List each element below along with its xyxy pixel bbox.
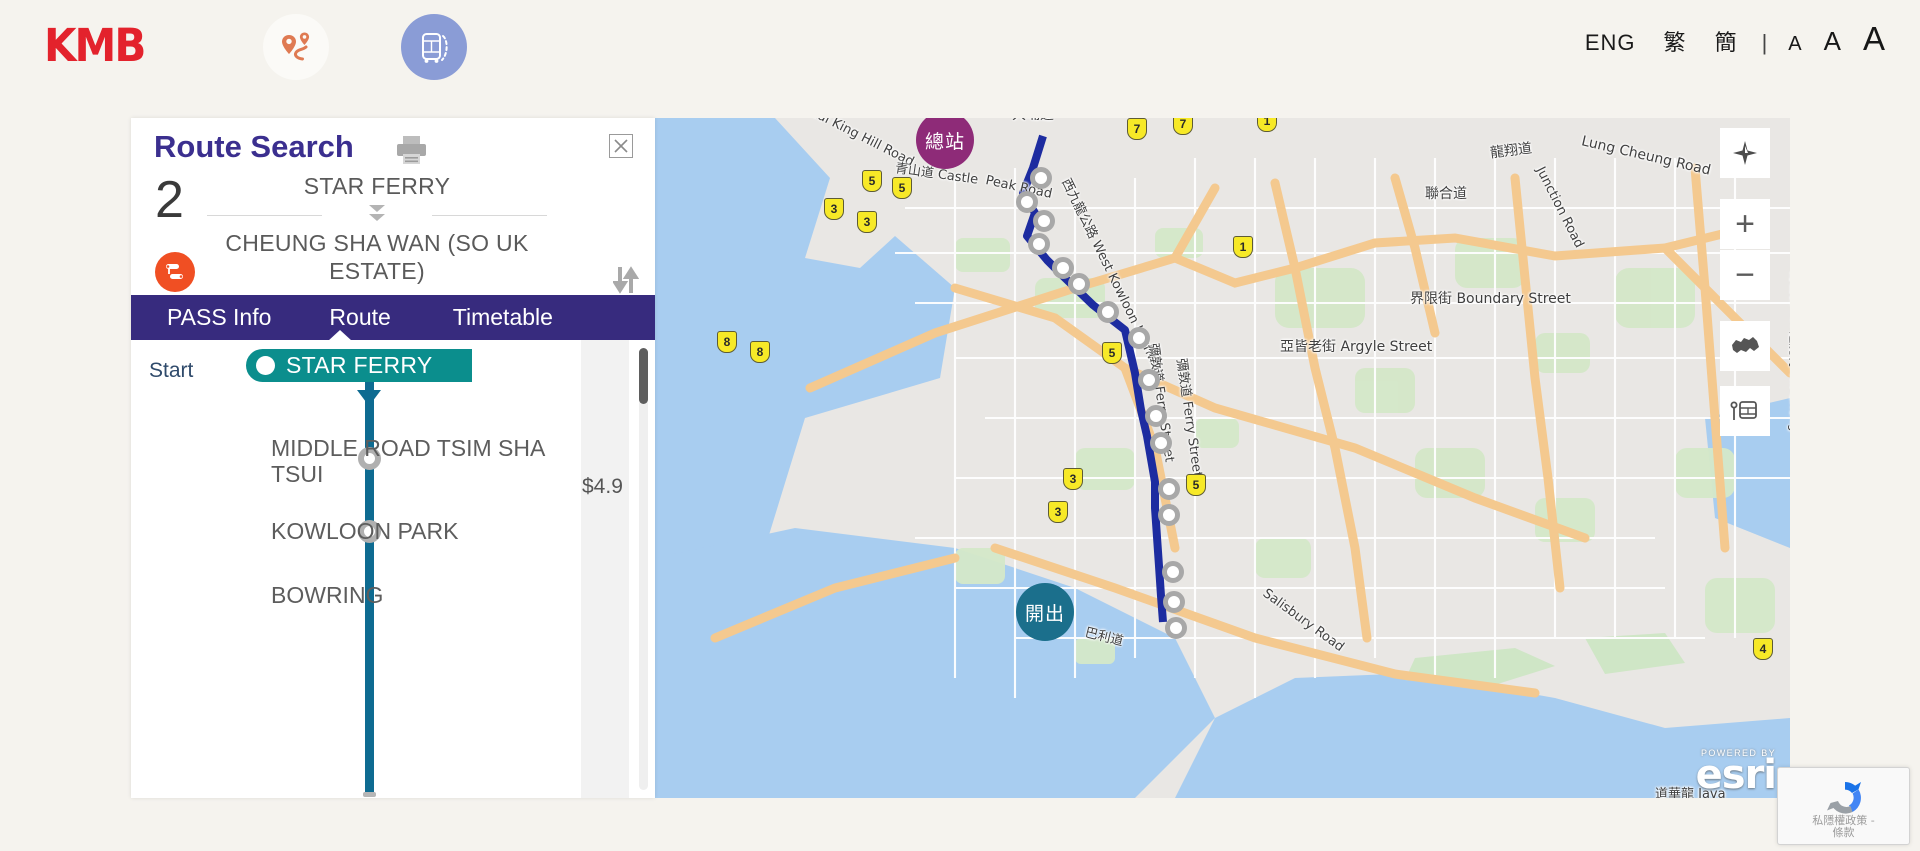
map-canvas <box>655 118 1790 798</box>
map-controls: + − <box>1720 128 1770 436</box>
page-title: Route Search <box>154 129 354 164</box>
lang-separator: | <box>1761 30 1768 55</box>
route-variant-icon <box>166 264 183 279</box>
highway-shield: 7 <box>1127 118 1147 140</box>
route-line <box>365 360 374 795</box>
map-stop-marker[interactable] <box>1068 273 1090 295</box>
scrollbar-track[interactable] <box>639 348 648 790</box>
zoom-in-button[interactable]: + <box>1720 199 1770 249</box>
stop-name: STAR FERRY <box>286 352 433 378</box>
bus-stop-button[interactable] <box>1720 386 1770 436</box>
destination-text[interactable]: CHEUNG SHA WAN (SO UK ESTATE) <box>207 229 547 285</box>
route-number: 2 <box>155 171 184 229</box>
bus-stop-icon <box>1730 401 1757 420</box>
fare-amount: $4.9 <box>582 475 623 498</box>
printer-icon <box>397 136 426 164</box>
direction-divider <box>207 202 547 228</box>
stop-name: MIDDLE ROAD TSIM SHA TSUI <box>271 435 545 487</box>
fare-column <box>581 340 629 798</box>
close-button[interactable] <box>609 134 633 158</box>
divider-line-left <box>207 215 322 217</box>
lang-option-eng[interactable]: ENG <box>1571 30 1650 56</box>
direction-arrow-icon <box>357 390 381 406</box>
highway-shield: 3 <box>1063 468 1083 490</box>
map-stop-marker[interactable] <box>1028 233 1050 255</box>
lang-option-sc[interactable]: 簡 <box>1701 25 1752 57</box>
minus-icon: − <box>1735 256 1755 294</box>
scrollbar-thumb[interactable] <box>639 348 648 404</box>
map-stop-marker[interactable] <box>1158 478 1180 500</box>
route-summary: 2 STAR FERRY CHEUNG SHA WAN (SO UK ESTAT… <box>131 172 655 295</box>
recaptcha-terms-text[interactable]: 條款 <box>1778 827 1909 840</box>
highway-shield: 7 <box>1173 118 1193 135</box>
map-stop-marker[interactable] <box>1033 210 1055 232</box>
start-stop-dot-icon <box>256 356 275 375</box>
map-stop-marker[interactable] <box>1145 405 1167 427</box>
compass-locate-icon <box>1733 141 1757 165</box>
stop-name: BOWRING <box>271 582 384 608</box>
swap-direction-icon <box>611 266 640 294</box>
divider-line-right <box>432 215 547 217</box>
highway-shield: 8 <box>717 331 737 353</box>
highway-shield: 3 <box>824 198 844 220</box>
route-map[interactable]: Lai King Hill Road 大埔道 青山道 Castle Peak R… <box>655 118 1790 798</box>
map-stop-marker[interactable] <box>1016 191 1038 213</box>
map-stop-marker[interactable] <box>1163 591 1185 613</box>
highway-shield: 4 <box>1753 638 1773 660</box>
map-stop-marker[interactable] <box>1165 617 1187 639</box>
compass-locate-icon-button[interactable] <box>1720 128 1770 178</box>
recaptcha-legal-text[interactable]: 私隱權政策 - 條款 <box>1778 814 1909 840</box>
stop-list[interactable]: $4.9 Start STAR FERRY MIDDLE ROAD TSIM S… <box>131 340 655 798</box>
map-stop-marker[interactable] <box>1150 432 1172 454</box>
panel-tabs: PASS Info Route Timetable <box>131 295 655 341</box>
bus-route-icon <box>422 33 448 63</box>
kmb-route-search-page: KMB ENG 繁 簡 | A A A Lai King Hill Road 青… <box>0 0 1920 851</box>
map-pins-icon <box>282 32 310 61</box>
route-variant-button[interactable] <box>155 252 195 292</box>
region-extent-button[interactable] <box>1720 321 1770 371</box>
text-size-small-button[interactable]: A <box>1777 33 1812 56</box>
map-stop-marker[interactable] <box>1128 327 1150 349</box>
route-search-panel: Route Search 2 STAR FERRY CHEUNG SHA WAN… <box>131 118 655 798</box>
map-stop-marker[interactable] <box>1162 561 1184 583</box>
bus-route-icon-button[interactable] <box>401 14 467 80</box>
kmb-logo[interactable]: KMB <box>44 23 146 68</box>
origin-text[interactable]: STAR FERRY <box>207 172 547 200</box>
map-stop-marker[interactable] <box>1097 301 1119 323</box>
chevron-down-icon <box>364 203 390 230</box>
highway-shield: 1 <box>1233 236 1253 258</box>
map-stop-marker[interactable] <box>1030 167 1052 189</box>
lang-option-tc[interactable]: 繁 <box>1650 25 1701 57</box>
origin-destination: STAR FERRY CHEUNG SHA WAN (SO UK ESTATE) <box>207 172 547 285</box>
tab-timetable[interactable]: Timetable <box>431 304 575 331</box>
text-size-large-button[interactable]: A <box>1852 20 1896 58</box>
panel-header: Route Search <box>131 118 655 172</box>
recaptcha-badge[interactable]: 私隱權政策 - 條款 <box>1777 767 1910 845</box>
map-pins-icon-button[interactable] <box>263 14 329 80</box>
highway-shield: 5 <box>1102 342 1122 364</box>
tab-pass-info[interactable]: PASS Info <box>145 304 293 331</box>
highway-shield: 3 <box>1048 501 1068 523</box>
map-stop-marker[interactable] <box>1158 504 1180 526</box>
zoom-out-button[interactable]: − <box>1720 250 1770 300</box>
highway-shield: 5 <box>862 170 882 192</box>
tab-route[interactable]: Route <box>307 304 412 331</box>
text-size-medium-button[interactable]: A <box>1813 26 1852 57</box>
start-label: Start <box>149 359 194 382</box>
highway-shield: 3 <box>857 211 877 233</box>
start-marker[interactable]: 開出 <box>1016 583 1074 641</box>
list-item[interactable]: STAR FERRY <box>246 349 472 382</box>
printer-icon-button[interactable] <box>395 135 428 170</box>
close-icon <box>614 139 628 153</box>
stop-name: KOWLOON PARK <box>271 518 459 544</box>
highway-shield: 8 <box>750 341 770 363</box>
highway-shield: 5 <box>1186 474 1206 496</box>
hongkong-region-icon <box>1732 337 1759 353</box>
plus-icon: + <box>1735 205 1755 243</box>
language-and-textsize-controls: ENG 繁 簡 | A A A <box>1571 20 1896 58</box>
route-line-cap <box>363 792 376 797</box>
map-stop-marker[interactable] <box>1138 369 1160 391</box>
highway-shield: 5 <box>892 177 912 199</box>
site-header: KMB ENG 繁 簡 | A A A <box>0 0 1920 97</box>
